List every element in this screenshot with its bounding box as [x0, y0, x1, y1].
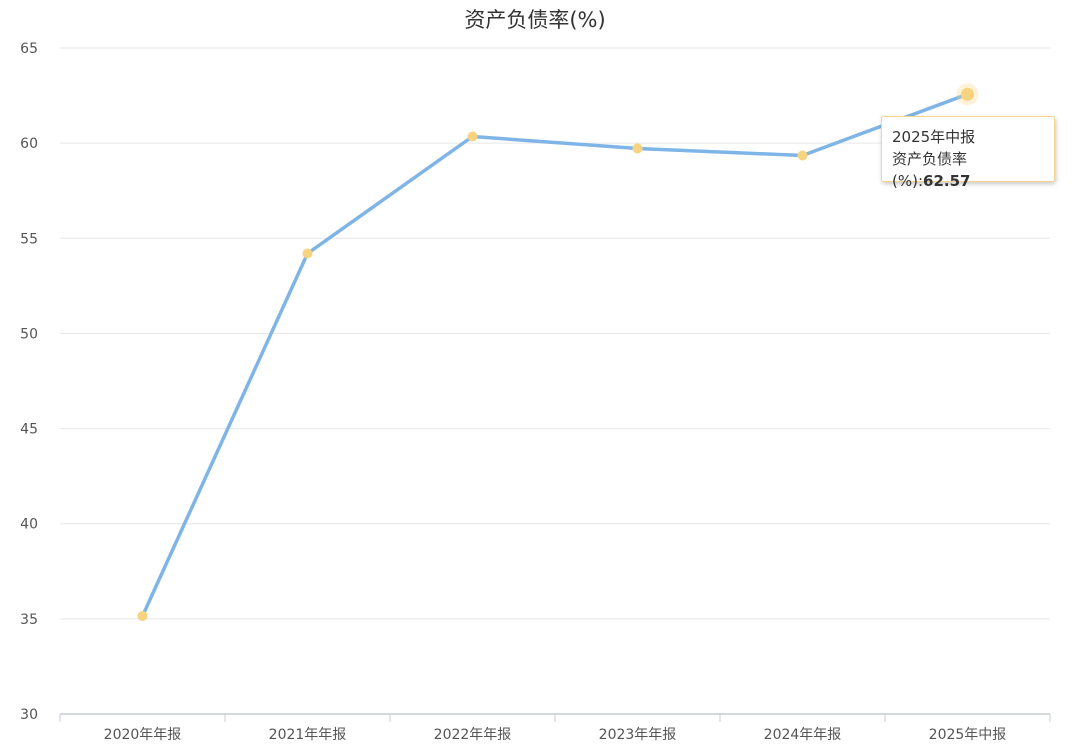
y-tick-label: 35	[20, 612, 38, 628]
x-tick-label: 2025年中报	[929, 727, 1007, 743]
x-tick-label: 2020年年报	[104, 727, 182, 743]
y-tick-label: 30	[20, 707, 38, 723]
tooltip-value: 62.57	[923, 172, 971, 190]
y-tick-label: 55	[20, 231, 38, 247]
x-tick-label: 2021年年报	[269, 727, 347, 743]
data-point	[302, 248, 313, 259]
data-point	[137, 611, 148, 622]
tooltip-row: 资产负债率(%):62.57	[892, 148, 1044, 192]
y-tick-label: 45	[20, 422, 38, 438]
y-axis: 30 35 40 45 50 55 60 65	[20, 41, 38, 723]
data-point	[632, 143, 643, 154]
tooltip: 2025年中报 资产负债率(%):62.57	[881, 116, 1055, 190]
series-debt-ratio	[137, 83, 979, 622]
y-tick-label: 40	[20, 517, 38, 533]
y-tick-label: 65	[20, 41, 38, 57]
x-tick-label: 2022年年报	[434, 727, 512, 743]
data-point	[961, 87, 974, 101]
x-tick-label: 2024年年报	[764, 727, 842, 743]
y-tick-label: 50	[20, 326, 38, 342]
tooltip-category: 2025年中报	[892, 128, 976, 146]
series-line	[140, 92, 970, 618]
line-chart: 3035404550556065 2020年年报 2021年年报 2022年年报 20…	[20, 41, 1051, 743]
x-tick-label: 2023年年报	[599, 727, 677, 743]
data-point	[797, 150, 808, 161]
x-axis: 2020年年报 2021年年报 2022年年报 2023年年报 2024年年报 2025年…	[59, 713, 1051, 743]
data-point	[467, 131, 478, 142]
y-tick-label: 60	[20, 136, 38, 152]
